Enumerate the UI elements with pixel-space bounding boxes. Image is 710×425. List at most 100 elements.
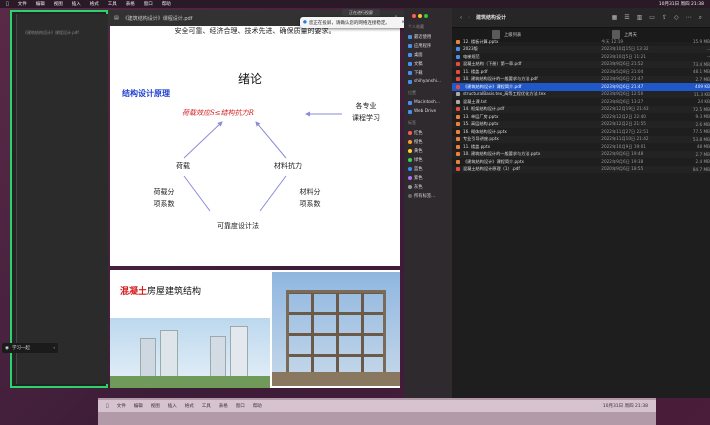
grid-view-icon[interactable]: ▦ (612, 14, 618, 22)
file-row[interactable]: 《建筑结构设计》课程简介.pdf 2023年9月6日 21:47 409 KB (452, 83, 710, 91)
sidebar-item-label: 黄色 (414, 148, 423, 154)
menu-item-5[interactable]: 工具 (108, 1, 117, 7)
menu-item-2[interactable]: 视图 (54, 1, 63, 7)
casting-toast[interactable]: ● 您正在投屏，请确认您的网络连接稳定。 × (300, 17, 408, 28)
sidebar-item-2-6[interactable]: 灰色 (408, 182, 448, 191)
tag-icon[interactable]: ◇ (674, 14, 679, 22)
slide1-right-node: 材料抗力 (274, 162, 302, 170)
sidebar-item-2-2[interactable]: 黄色 (408, 146, 448, 155)
clock[interactable]: 10月31日 周四 21:38 (603, 403, 648, 409)
file-row[interactable]: 《建筑结构设计》课程简介.pptx 2022年9月6日 19:38 2.4 MB (452, 158, 710, 166)
sidebar-item-label: Macintosh... (414, 100, 440, 105)
slide1-subtitle: 结构设计原理 (122, 89, 170, 98)
close-window-icon[interactable] (412, 14, 416, 18)
sidebar-item-label: 最近使用 (414, 34, 432, 40)
file-row[interactable]: 电梯规范 2023年10月5日 11:21 -- (452, 53, 710, 61)
sidebar-item-0-5[interactable]: shihyanshi... (408, 77, 448, 86)
chevron-left-icon[interactable]: ‹ (53, 346, 55, 351)
file-row[interactable]: 13. 单层厂房.pptx 2022年12月2日 22:40 9.3 MB (452, 113, 710, 121)
forward-icon[interactable]: › (468, 15, 470, 21)
gallery-view-icon[interactable]: ▭ (649, 14, 655, 22)
file-row[interactable]: 混凝土结构（下册）第一章.pdf 2023年9月6日 21:52 73.4 MB (452, 60, 710, 68)
sidebar-item-0-4[interactable]: 下载 (408, 68, 448, 77)
sidebar-item-2-0[interactable]: 红色 (408, 128, 448, 137)
file-row[interactable]: 2023版 2023年10月15日 13:32 -- (452, 45, 710, 53)
menu-item-6[interactable]: 表格 (126, 1, 135, 7)
file-row[interactable]: 混凝土结构设计原理（1）.pdf 2020年9月6日 18:55 84.7 MB (452, 165, 710, 173)
back-icon[interactable]: ‹ (460, 15, 462, 21)
file-date: 2023年9月6日 21:47 (601, 76, 644, 82)
menu-item-6[interactable]: 表格 (219, 403, 228, 409)
menu-bar:  文件 编辑 视图 插入 格式 工具 表格 窗口 帮助 10月31日 周四 21:38 (0, 0, 710, 8)
file-date: 2022年12月19日 21:43 (601, 106, 649, 112)
file-icon (456, 62, 460, 67)
file-row[interactable]: structuralBasis.tex_高等工程优化方法.tex 2023年9月6… (452, 90, 710, 98)
file-row[interactable]: 10. 建筑结构设计的一般要求与方法.pptx 2022年9月6日 19:48 2.… (452, 150, 710, 158)
menu-item-4[interactable]: 格式 (185, 403, 194, 409)
more-icon[interactable]: ⋯ (686, 14, 692, 22)
share-icon[interactable]: ⇪ (662, 14, 667, 22)
apple-icon[interactable]:  (106, 404, 109, 409)
list-view-icon[interactable]: ☰ (624, 14, 629, 22)
sidebar-item-2-3[interactable]: 绿色 (408, 155, 448, 164)
clock[interactable]: 10月31日 周四 21:38 (659, 1, 704, 7)
menu-item-1[interactable]: 编辑 (36, 1, 45, 7)
folder-icon (408, 70, 412, 75)
highrise-photo (110, 318, 270, 388)
file-name: 15. 高层结构.pptx (462, 121, 499, 127)
file-icon (456, 122, 460, 127)
file-row[interactable]: 11. 楼盖.pdf 2023年5月8日 21:04 48.1 MB (452, 68, 710, 76)
menu-item-8[interactable]: 帮助 (162, 1, 171, 7)
sidebar-item-0-2[interactable]: 桌面 (408, 50, 448, 59)
sidebar-item-label: Web Drive (414, 109, 437, 114)
menu-item-3[interactable]: 插入 (168, 403, 177, 409)
sidebar-item-2-7[interactable]: 所有标签... (408, 191, 448, 200)
file-size: 84.7 MB (692, 166, 710, 172)
slide1-left-factor: 荷载分 项系数 (153, 188, 175, 208)
folder-icon (408, 100, 412, 105)
menu-item-8[interactable]: 帮助 (253, 403, 262, 409)
menu-item-7[interactable]: 窗口 (236, 403, 245, 409)
file-size: 53.8 MB (692, 136, 710, 142)
slide1-title: 绪论 (238, 72, 263, 86)
sidebar-item-0-0[interactable]: 最近使用 (408, 32, 448, 41)
file-size: 2.4 MB (695, 159, 710, 165)
file-date: 2022年9月6日 19:48 (601, 151, 644, 157)
sidebar-item-label: shihyanshi... (414, 79, 442, 84)
search-icon[interactable]: ⌕ (699, 14, 702, 22)
sidebar-item-2-1[interactable]: 橙色 (408, 137, 448, 146)
sidebar-toggle-icon[interactable]: ▤ (114, 15, 119, 21)
minimize-window-icon[interactable] (418, 14, 422, 18)
menu-item-5[interactable]: 工具 (202, 403, 211, 409)
sidebar-item-2-5[interactable]: 紫色 (408, 173, 448, 182)
sidebar-item-0-1[interactable]: 应用程序 (408, 41, 448, 50)
sidebar-item-label: 红色 (414, 130, 423, 136)
zoom-window-icon[interactable] (424, 14, 428, 18)
apple-icon[interactable]:  (6, 2, 9, 7)
sidebar-item-label: 应用程序 (414, 43, 432, 49)
toast-text: 您正在投屏，请确认您的网络连接稳定。 (308, 20, 390, 26)
floating-pill[interactable]: ◉ 学习一起 ‹ (2, 343, 58, 353)
sidebar-item-1-0[interactable]: Macintosh... (408, 98, 448, 107)
menu-item-1[interactable]: 编辑 (134, 403, 143, 409)
file-row[interactable]: 专业引导讲座.pptx 2022年11月10日 21:42 53.8 MB (452, 135, 710, 143)
sidebar-item-2-4[interactable]: 蓝色 (408, 164, 448, 173)
file-row[interactable]: 16. 砌体结构设计.pptx 2022年11月27日 22:51 77.5 MB (452, 128, 710, 136)
file-row[interactable]: 15. 高层结构.pptx 2022年12月2日 21:55 2.6 MB (452, 120, 710, 128)
file-row[interactable]: 12. 楼板计算.pptx 今天 12:19 15.9 MB (452, 38, 710, 46)
menu-item-4[interactable]: 格式 (90, 1, 99, 7)
sidebar-item-0-3[interactable]: 文稿 (408, 59, 448, 68)
file-row[interactable]: 14. 框架结构设计.pdf 2022年12月19日 21:43 72.5 MB (452, 105, 710, 113)
sidebar-item-1-1[interactable]: Web Drive (408, 107, 448, 116)
file-row[interactable]: 11. 楼盖.pptx 2022年10月9日 19:01 48 MB (452, 143, 710, 151)
slide1-left-node: 荷载 (176, 162, 190, 170)
menu-item-7[interactable]: 窗口 (144, 1, 153, 7)
menu-item-3[interactable]: 插入 (72, 1, 81, 7)
menu-item-0[interactable]: 文件 (117, 403, 126, 409)
file-size: 72.5 MB (692, 106, 710, 112)
file-row[interactable]: 10. 建筑结构设计的一般要求与方法.pdf 2023年9月6日 21:47 2.7… (452, 75, 710, 83)
column-view-icon[interactable]: ▥ (637, 14, 643, 22)
menu-item-0[interactable]: 文件 (18, 1, 27, 7)
file-row[interactable]: 混凝土课.txt 2023年8月6日 13:27 24 KB (452, 98, 710, 106)
menu-item-2[interactable]: 视图 (151, 403, 160, 409)
